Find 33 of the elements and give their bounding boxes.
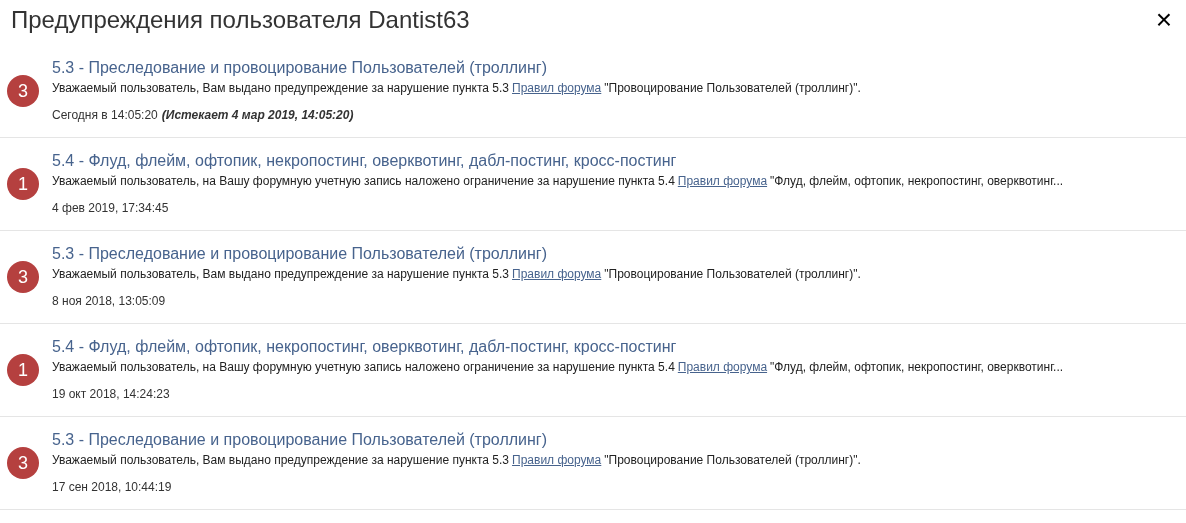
forum-rules-link[interactable]: Правил форума [677,172,768,190]
points-badge: 3 [7,75,39,107]
warning-title-link[interactable]: 5.4 - Флуд, флейм, офтопик, некропостинг, оверквотинг, дабл-постинг, кросс-постинг [52,337,1064,357]
warning-text: Уважаемый пользователь, на Вашу форумную учетную запись наложено ограничение за нарушение пункта 5.4 [52,173,675,190]
warning-text: Уважаемый пользователь, на Вашу форумную учетную запись наложено ограничение за нарушение пункта 5.4 [52,359,675,376]
close-button[interactable]: × [1151,6,1176,34]
forum-rules-link[interactable]: Правил форума [512,451,602,469]
warning-title-link[interactable]: 5.3 - Преследование и провоцирование Пользователей (троллинг) [52,430,861,450]
points-badge: 3 [7,447,39,479]
warning-text: "Флуд, флейм, офтопик, некропостинг, оверквотинг... [770,173,1064,190]
warning-title-link[interactable]: 5.3 - Преследование и провоцирование Пользователей (троллинг) [52,58,861,78]
forum-rules-link[interactable]: Правил форума [677,358,768,376]
points-badge: 1 [7,354,39,386]
points-badge: 1 [7,168,39,200]
warning-date: 4 фев 2019, 17:34:45 [52,200,169,217]
expiry-date: (Истекает 4 мар 2019, 14:05:20) [161,107,354,124]
warning-text: "Провоцирование Пользователей (троллинг)". [604,452,861,469]
warning-date: 19 окт 2018, 14:24:23 [52,386,170,403]
forum-rules-link[interactable]: Правил форума [512,265,602,283]
warning-text: Уважаемый пользователь, Вам выдано предупреждение за нарушение пункта 5.3 [52,266,510,283]
warning-text: "Провоцирование Пользователей (троллинг)". [604,80,861,97]
forum-rules-link[interactable]: Правил форума [512,79,602,97]
warning-text: "Провоцирование Пользователей (троллинг)". [604,266,861,283]
warning-title-link[interactable]: 5.4 - Флуд, флейм, офтопик, некропостинг, оверквотинг, дабл-постинг, кросс-постинг [52,151,1064,171]
warning-text: Уважаемый пользователь, Вам выдано предупреждение за нарушение пункта 5.3 [52,80,510,97]
dialog-title: Предупреждения пользователя Dantist63 [11,5,470,35]
warning-text: "Флуд, флейм, офтопик, некропостинг, оверквотинг... [770,359,1064,376]
warning-date: Сегодня в 14:05:20 [52,107,158,124]
warning-title-link[interactable]: 5.3 - Преследование и провоцирование Пользователей (троллинг) [52,244,861,264]
warning-date: 17 сен 2018, 10:44:19 [52,479,172,496]
warning-date: 8 ноя 2018, 13:05:09 [52,293,166,310]
points-badge: 3 [7,261,39,293]
warning-text: Уважаемый пользователь, Вам выдано предупреждение за нарушение пункта 5.3 [52,452,510,469]
